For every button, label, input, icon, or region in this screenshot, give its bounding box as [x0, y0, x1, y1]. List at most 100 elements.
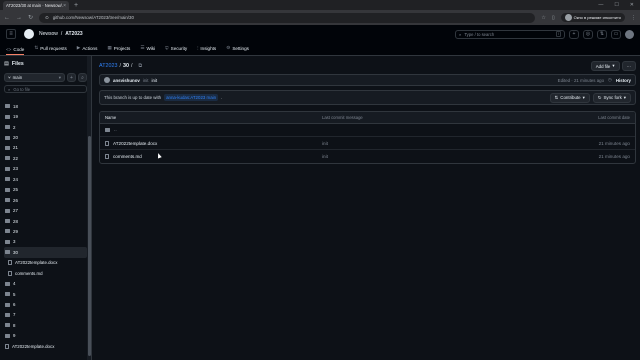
- tree-folder-item[interactable]: 24: [4, 174, 87, 184]
- file-name-link[interactable]: comments.md: [113, 154, 142, 159]
- search-shortcut-key: /: [556, 31, 561, 37]
- tree-folder-item[interactable]: 26: [4, 195, 87, 205]
- tab-pull-requests[interactable]: ⇅ Pull requests: [34, 45, 66, 55]
- global-search-input[interactable]: ⌕ Type / to search /: [455, 29, 565, 39]
- more-options-button[interactable]: ···: [621, 61, 636, 71]
- reload-icon[interactable]: ↻: [28, 14, 33, 21]
- tree-folder-item[interactable]: 9: [4, 331, 87, 341]
- tree-file-item[interactable]: AT2022template.docx: [4, 341, 87, 351]
- tree-folder-item[interactable]: 28: [4, 216, 87, 226]
- graph-icon: ⫶: [197, 46, 199, 51]
- table-row[interactable]: AT2022template.docx init 21 minutes ago: [100, 137, 635, 150]
- tree-folder-item[interactable]: 21: [4, 143, 87, 153]
- new-tab-button[interactable]: +: [74, 2, 78, 9]
- hamburger-menu-icon[interactable]: ≡: [6, 29, 16, 39]
- tab-wiki[interactable]: ☰ Wiki: [140, 45, 155, 55]
- commit-message[interactable]: init: [143, 78, 149, 83]
- tab-projects[interactable]: ▦ Projects: [107, 45, 130, 55]
- chevron-down-icon: ▾: [58, 74, 61, 80]
- sync-fork-button[interactable]: ↻ Sync fork ▾: [592, 92, 631, 103]
- tree-folder-item[interactable]: 25: [4, 185, 87, 195]
- tree-folder-item[interactable]: 4: [4, 278, 87, 288]
- repo-name-link[interactable]: AT2023: [65, 31, 82, 37]
- file-icon: [8, 270, 12, 276]
- branch-selector[interactable]: ⑂ main ▾: [4, 73, 65, 82]
- commit-message-cell[interactable]: init: [322, 154, 550, 159]
- folder-icon: [5, 208, 10, 213]
- tree-folder-item[interactable]: 23: [4, 164, 87, 174]
- create-new-button[interactable]: +: [569, 29, 579, 39]
- back-icon[interactable]: ←: [4, 15, 10, 21]
- sidebar-scrollbar[interactable]: [87, 56, 91, 360]
- parent-directory-link[interactable]: ..: [114, 127, 117, 133]
- search-files-button[interactable]: ⌕: [78, 73, 87, 82]
- history-link[interactable]: History: [616, 78, 631, 83]
- commit-message-cell[interactable]: init: [322, 141, 550, 146]
- tree-item-label: 19: [13, 114, 18, 120]
- forward-icon[interactable]: →: [16, 15, 22, 21]
- tab-security[interactable]: ⛨ Security: [165, 46, 187, 55]
- browser-menu-icon[interactable]: ⋮: [631, 15, 636, 21]
- chevron-down-icon: ▾: [612, 63, 615, 68]
- contribute-button[interactable]: ⇅ Contribute ▾: [549, 92, 590, 103]
- tree-folder-item[interactable]: 8: [4, 320, 87, 330]
- pull-requests-header-icon[interactable]: ⇅: [597, 29, 607, 39]
- bookmark-star-icon[interactable]: ☆: [541, 15, 545, 21]
- close-tab-icon[interactable]: ×: [63, 3, 66, 9]
- author-avatar[interactable]: [104, 77, 110, 83]
- tree-folder-item[interactable]: 3: [4, 237, 87, 247]
- site-info-icon[interactable]: ⊙: [45, 15, 49, 21]
- search-placeholder: Type / to search: [464, 31, 495, 37]
- path-repo-link[interactable]: AT2023: [99, 63, 117, 69]
- user-avatar[interactable]: [625, 29, 634, 39]
- tree-folder-item[interactable]: 6: [4, 299, 87, 309]
- tree-folder-item[interactable]: 22: [4, 153, 87, 163]
- tab-insights[interactable]: ⫶ Insights: [197, 46, 216, 55]
- github-logo-icon[interactable]: [24, 29, 34, 39]
- tree-file-item[interactable]: comments.md: [4, 268, 87, 278]
- add-file-sidebar-button[interactable]: +: [67, 73, 76, 82]
- collapse-sidebar-icon[interactable]: ▤: [4, 61, 9, 67]
- code-icon: <>: [6, 46, 12, 52]
- browser-tab[interactable]: AT2023/30 at main · Newsow/... ×: [3, 1, 69, 10]
- commit-author[interactable]: ansvishunov: [113, 78, 140, 83]
- tree-folder-item[interactable]: 5: [4, 289, 87, 299]
- tree-folder-item[interactable]: 29: [4, 226, 87, 236]
- tree-folder-item[interactable]: 7: [4, 310, 87, 320]
- maximize-icon[interactable]: ☐: [614, 2, 618, 8]
- browser-actions: ☆ ▯ Окно в режиме инкогнито ⋮: [541, 13, 636, 22]
- file-name-link[interactable]: AT2022template.docx: [113, 141, 157, 146]
- tab-label: Wiki: [146, 45, 156, 51]
- copy-path-icon[interactable]: ⧉: [138, 63, 142, 69]
- tab-actions[interactable]: ▶ Actions: [77, 45, 98, 55]
- contribute-label: Contribute: [560, 95, 581, 100]
- tree-folder-item[interactable]: 27: [4, 205, 87, 215]
- tree-item-label: 27: [13, 208, 18, 214]
- incognito-profile-button[interactable]: Окно в режиме инкогнито: [560, 13, 625, 22]
- sync-icon: ↻: [597, 94, 602, 100]
- repo-owner-link[interactable]: Newsow: [39, 31, 58, 37]
- commit-hash[interactable]: init: [151, 78, 157, 83]
- inbox-icon[interactable]: ▭: [611, 29, 621, 39]
- tree-folder-item[interactable]: 18: [4, 101, 87, 111]
- issues-icon[interactable]: ◎: [583, 29, 593, 39]
- tab-code[interactable]: <> Code: [6, 46, 25, 55]
- upstream-branch-link[interactable]: anna-kudas:AT2023 main: [164, 94, 219, 101]
- close-window-icon[interactable]: ✕: [630, 2, 634, 8]
- go-to-file-input[interactable]: ⌕ Go to file: [4, 85, 87, 93]
- tab-settings[interactable]: ⚙ Settings: [226, 45, 249, 55]
- url-field[interactable]: ⊙ github.com/Newsow/AT2023/tree/main/30: [39, 12, 536, 23]
- tree-folder-item[interactable]: 20: [4, 132, 87, 142]
- projects-icon: ▦: [107, 45, 112, 50]
- parent-directory-row[interactable]: ..: [100, 124, 635, 137]
- tree-folder-item[interactable]: 2: [4, 122, 87, 132]
- minimize-icon[interactable]: —: [598, 2, 603, 8]
- tree-folder-item[interactable]: 19: [4, 111, 87, 121]
- add-file-button[interactable]: Add file ▾: [590, 61, 620, 71]
- table-row[interactable]: comments.md init 21 minutes ago: [100, 150, 635, 163]
- tree-folder-item[interactable]: 30: [4, 247, 87, 258]
- branch-status-bar: This branch is up to date with anna-kuda…: [99, 90, 636, 105]
- scrollbar-thumb[interactable]: [87, 136, 91, 356]
- side-panel-icon[interactable]: ▯: [552, 15, 555, 21]
- tree-file-item[interactable]: AT2022template.docx: [4, 258, 87, 268]
